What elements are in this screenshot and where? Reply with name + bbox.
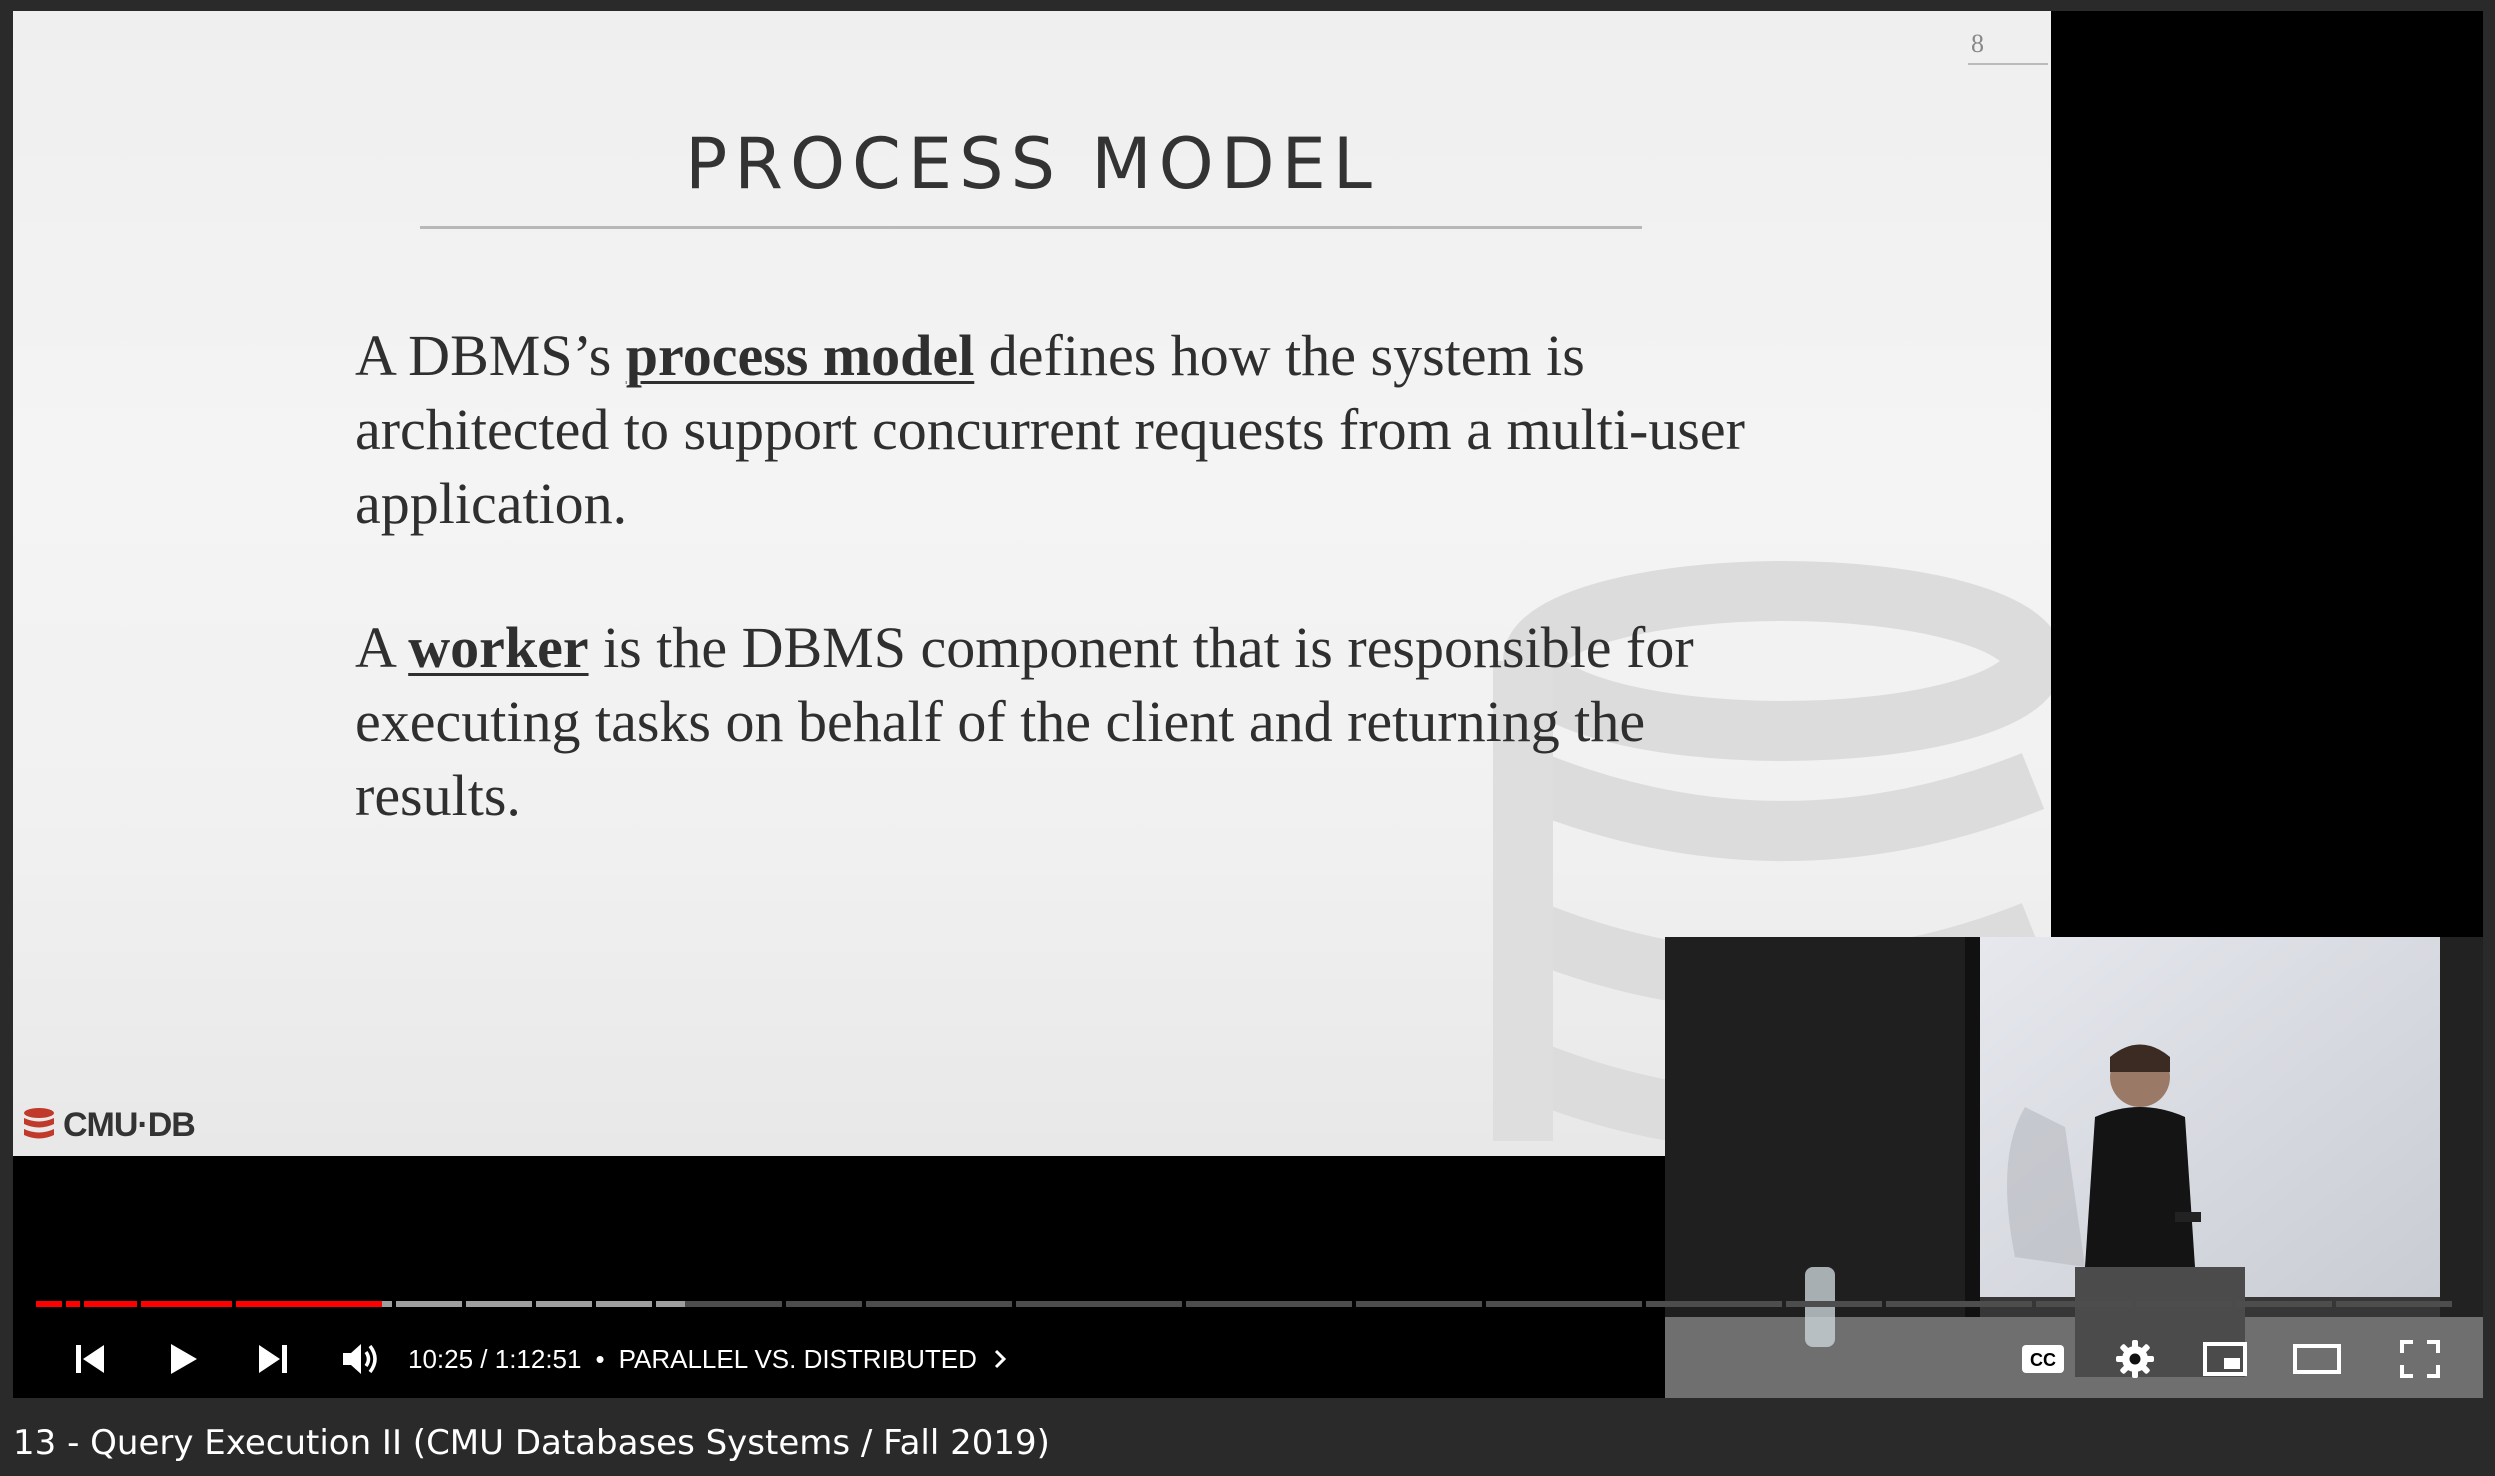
play-icon: [171, 1343, 197, 1374]
chapter-segment[interactable]: [1786, 1301, 1882, 1307]
chapter-segment[interactable]: [1016, 1301, 1182, 1307]
title-divider: [420, 226, 1642, 229]
cmu-db-logo: CMU·DB: [19, 1105, 196, 1145]
theater-mode-button[interactable]: [2285, 1321, 2349, 1396]
chapter-segment[interactable]: [2036, 1301, 2132, 1307]
slide-number: 8: [1971, 29, 1984, 58]
slide-paragraph-process-model: A DBMS’s process model defines how the s…: [355, 323, 1745, 536]
previous-icon: [76, 1344, 104, 1373]
fullscreen-icon: [2400, 1339, 2440, 1378]
chapter-segment[interactable]: [1486, 1301, 1642, 1307]
term-process-model: process model: [625, 323, 975, 388]
chapter-segment[interactable]: [2336, 1301, 2452, 1307]
slide-paragraph-worker: A worker is the DBMS component that is r…: [355, 615, 1694, 828]
next-icon: [259, 1344, 287, 1373]
chapter-button[interactable]: PARALLEL VS. DISTRIBUTED: [619, 1344, 1013, 1375]
time-separator: •: [595, 1343, 605, 1374]
chapter-segment[interactable]: [2236, 1301, 2332, 1307]
played-fill: [236, 1301, 383, 1307]
fullscreen-button[interactable]: [2388, 1321, 2452, 1396]
buffered-fill: [466, 1301, 532, 1307]
time-text: 10:25 / 1:12:51: [408, 1343, 582, 1374]
settings-button[interactable]: [2103, 1321, 2167, 1396]
buffered-fill: [656, 1301, 685, 1307]
gear-icon: [2116, 1339, 2154, 1378]
logo-text: CMU·DB: [63, 1105, 196, 1144]
slide-title: PROCESS MODEL: [685, 123, 1379, 205]
chapter-segment[interactable]: [786, 1301, 862, 1307]
theater-icon: [2293, 1343, 2341, 1374]
chevron-right-icon: [994, 1349, 1007, 1369]
volume-icon: [343, 1343, 377, 1374]
buffered-fill: [596, 1301, 652, 1307]
chapter-segment[interactable]: [2136, 1301, 2232, 1307]
next-button[interactable]: [243, 1321, 303, 1396]
played-fill: [66, 1301, 80, 1307]
video-title: 13 - Query Execution II (CMU Databases S…: [13, 1423, 1050, 1463]
time-display: 10:25 / 1:12:51 • PARALLEL VS. DISTRIBUT…: [408, 1323, 1013, 1395]
buffered-fill: [396, 1301, 462, 1307]
play-button[interactable]: [153, 1321, 213, 1396]
played-fill: [36, 1301, 62, 1307]
svg-text:CC: CC: [2030, 1350, 2056, 1370]
played-fill: [84, 1301, 137, 1307]
video-player[interactable]: 8 PROCESS MODEL A DBMS’s process model d…: [13, 11, 2483, 1398]
played-fill: [141, 1301, 232, 1307]
slide-number-rule: [1968, 63, 2048, 65]
previous-button[interactable]: [60, 1321, 120, 1396]
miniplayer-icon: [2203, 1341, 2247, 1376]
progress-bar[interactable]: [36, 1301, 2456, 1307]
chapter-segment[interactable]: [1356, 1301, 1482, 1307]
mute-button[interactable]: [331, 1321, 391, 1396]
cmu-db-logo-icon: [24, 1108, 54, 1139]
chapter-segment[interactable]: [1186, 1301, 1352, 1307]
captions-icon: CC: [2022, 1344, 2064, 1373]
chapter-title: PARALLEL VS. DISTRIBUTED: [618, 1343, 977, 1374]
chapter-segment[interactable]: [1886, 1301, 2032, 1307]
chapter-segment[interactable]: [1646, 1301, 1782, 1307]
term-worker: worker: [408, 615, 589, 680]
captions-button[interactable]: CC: [2011, 1321, 2075, 1396]
buffered-fill: [536, 1301, 592, 1307]
chapter-segment[interactable]: [866, 1301, 1012, 1307]
miniplayer-button[interactable]: [2193, 1321, 2257, 1396]
